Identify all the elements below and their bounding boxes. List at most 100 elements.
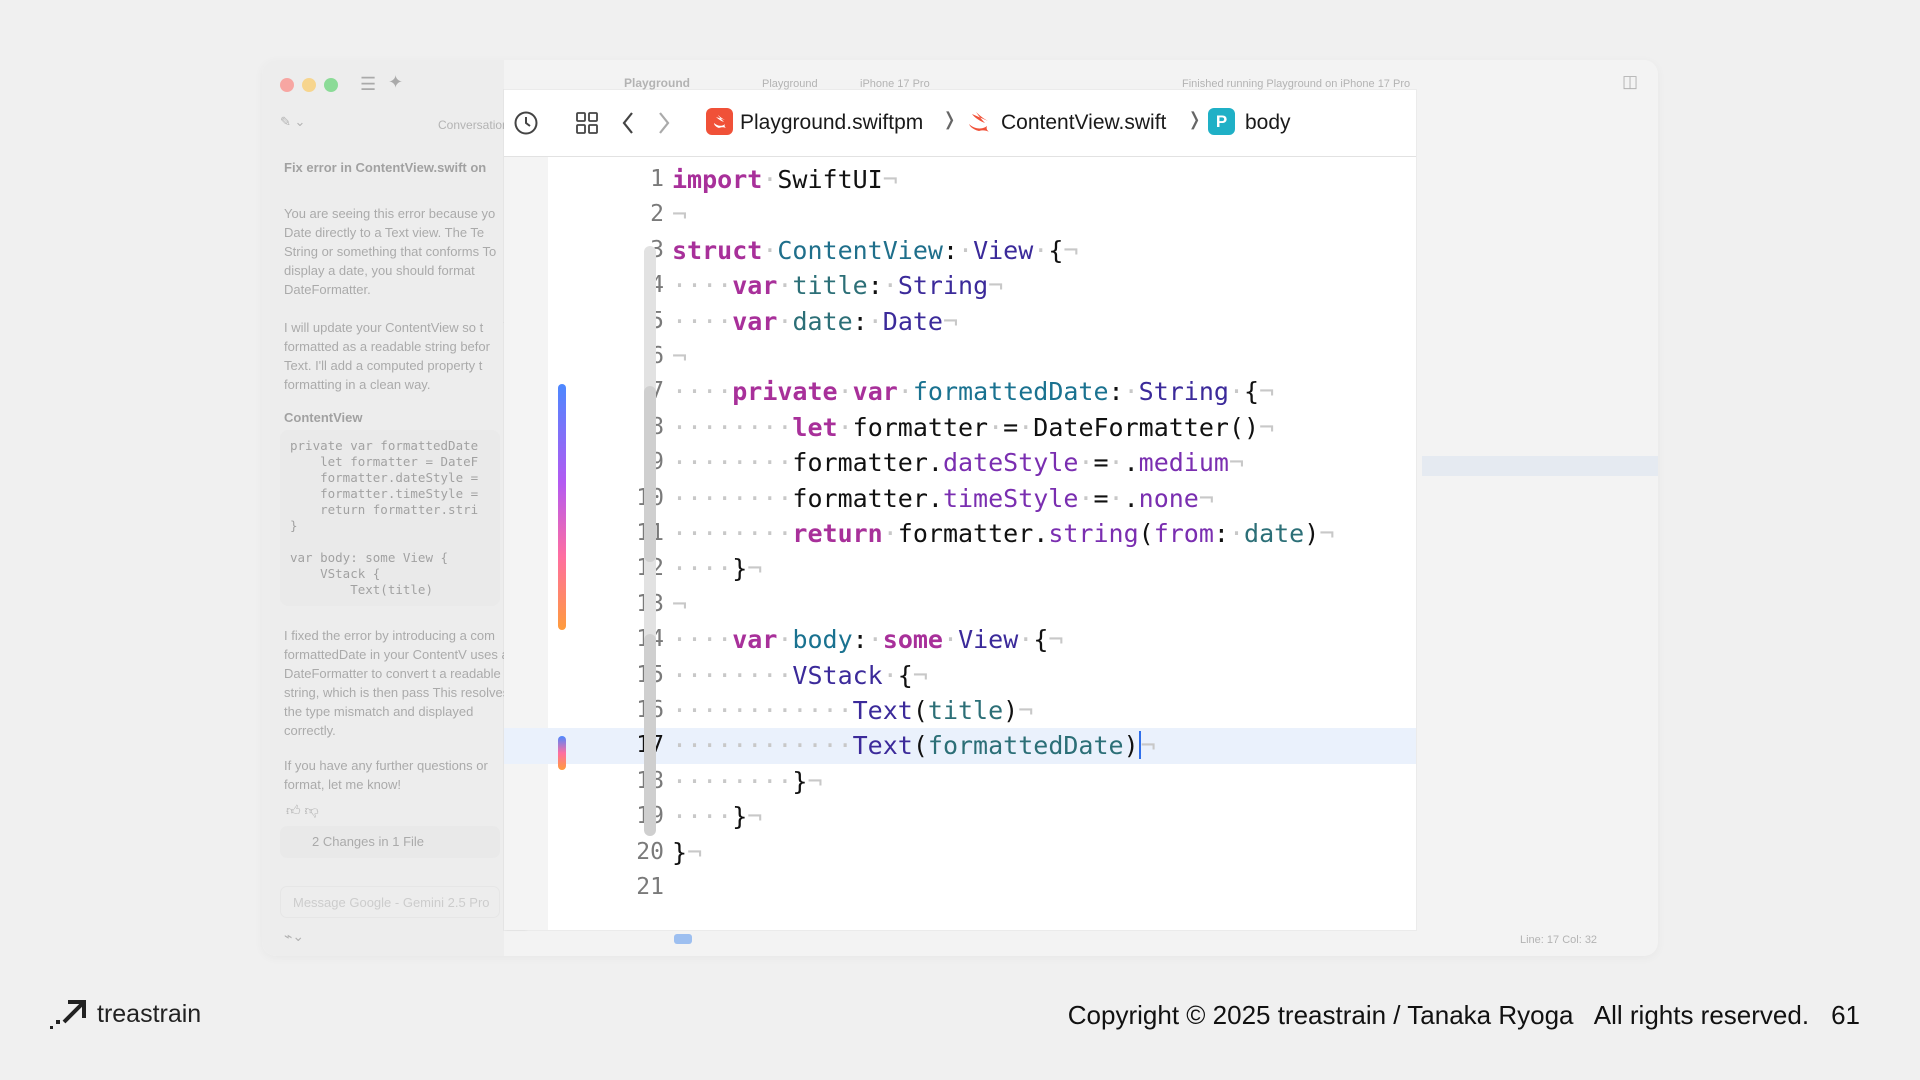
breadcrumb-symbol[interactable]: body bbox=[1245, 108, 1291, 138]
code-line[interactable]: 2 ¬ bbox=[504, 197, 1416, 232]
code-text[interactable]: ¬ bbox=[672, 587, 687, 622]
code-text[interactable]: ········}¬ bbox=[672, 764, 823, 799]
code-text[interactable]: ¬ bbox=[672, 339, 687, 374]
grid-icon[interactable] bbox=[572, 108, 602, 138]
code-line[interactable]: 1 import·SwiftUI¬ bbox=[504, 162, 1416, 197]
minimize-window-button[interactable] bbox=[302, 78, 316, 92]
code-token: title bbox=[792, 271, 868, 301]
message-input[interactable]: Message Google - Gemini 2.5 Pro bbox=[280, 886, 500, 918]
code-token: formattedDate bbox=[927, 731, 1124, 761]
treastrain-logo bbox=[46, 998, 88, 1032]
back-chevron-icon[interactable] bbox=[616, 108, 640, 138]
code-line[interactable]: 5 ····var·date:·Date¬ bbox=[504, 304, 1416, 339]
code-text[interactable]: ············Text(title)¬ bbox=[672, 693, 1033, 728]
code-text[interactable]: import·SwiftUI¬ bbox=[672, 162, 898, 197]
code-text[interactable]: ········let·formatter·=·DateFormatter()¬ bbox=[672, 410, 1274, 445]
invisible-char: ········ bbox=[672, 412, 793, 442]
code-line[interactable]: 19····}¬ bbox=[504, 799, 1416, 834]
code-text[interactable]: ¬ bbox=[672, 197, 687, 232]
close-window-button[interactable] bbox=[280, 78, 294, 92]
inspector-toggle-icon[interactable]: ◫ bbox=[1622, 72, 1638, 92]
code-line[interactable]: 10········formatter.timeStyle·=·.none¬ bbox=[504, 481, 1416, 516]
invisible-char: · bbox=[1108, 448, 1124, 478]
code-token: . bbox=[1123, 448, 1139, 478]
jump-bar: Playground.swiftpm ❭ ContentView.swift ❭… bbox=[504, 90, 1416, 157]
code-token: { bbox=[1048, 235, 1064, 265]
code-line[interactable]: 11········return·formatter.string(from:·… bbox=[504, 516, 1416, 551]
code-token: ) bbox=[1003, 696, 1019, 726]
invisible-char: · bbox=[897, 377, 913, 407]
invisible-char: ¬ bbox=[1319, 519, 1335, 549]
code-line[interactable]: 18········}¬ bbox=[504, 764, 1416, 799]
code-line[interactable]: 6 ¬ bbox=[504, 339, 1416, 374]
feedback-icons[interactable]: 👍︎ 👎︎ bbox=[286, 802, 319, 819]
list-icon[interactable]: ☰ bbox=[360, 74, 376, 95]
code-folding-ribbon[interactable] bbox=[644, 634, 656, 836]
code-line[interactable]: 12····}¬ bbox=[504, 551, 1416, 586]
code-line[interactable]: 17············Text(formattedDate)¬ bbox=[504, 728, 1416, 764]
attach-icon[interactable]: ⌁⌄ bbox=[284, 928, 304, 945]
sparkle-icon[interactable]: ✦ bbox=[388, 72, 403, 93]
code-text[interactable]: ········VStack·{¬ bbox=[672, 658, 928, 693]
code-token: SwiftUI bbox=[777, 165, 883, 194]
code-token: formatter. bbox=[792, 448, 943, 478]
code-text[interactable]: ····}¬ bbox=[672, 551, 762, 586]
code-token: View bbox=[958, 625, 1019, 655]
code-token: let bbox=[792, 412, 838, 442]
invisible-char: ···· bbox=[672, 271, 733, 301]
code-line[interactable]: 8 ········let·formatter·=·DateFormatter()… bbox=[504, 410, 1416, 445]
invisible-char: · bbox=[867, 306, 883, 336]
code-text[interactable]: ····var·body:·some·View·{¬ bbox=[672, 622, 1063, 657]
code-text[interactable]: ····private·var·formattedDate:·String·{¬ bbox=[672, 374, 1274, 409]
code-text[interactable]: struct·ContentView:·View·{¬ bbox=[672, 233, 1078, 268]
code-token: : bbox=[852, 625, 868, 655]
invisible-char: ¬ bbox=[672, 200, 688, 230]
invisible-char: ···· bbox=[672, 306, 733, 336]
forward-chevron-icon[interactable] bbox=[652, 108, 676, 138]
code-text[interactable]: ········return·formatter.string(from:·da… bbox=[672, 516, 1334, 551]
code-token: } bbox=[792, 766, 808, 796]
code-token: String bbox=[897, 271, 989, 301]
invisible-char: · bbox=[882, 271, 898, 301]
code-line[interactable]: 21 bbox=[504, 870, 1416, 905]
code-token: : bbox=[1108, 377, 1124, 407]
breadcrumb-separator-icon: ❭ bbox=[942, 109, 958, 129]
code-line[interactable]: 14····var·body:·some·View·{¬ bbox=[504, 622, 1416, 657]
invisible-char: · bbox=[1018, 412, 1034, 442]
property-icon: P bbox=[1208, 108, 1235, 135]
code-line[interactable]: 7 ····private·var·formattedDate:·String·{… bbox=[504, 374, 1416, 409]
invisible-char: · bbox=[777, 271, 793, 301]
code-token: title bbox=[927, 696, 1004, 726]
code-text[interactable]: }¬ bbox=[672, 835, 702, 870]
code-text[interactable]: ········formatter.dateStyle·=·.medium¬ bbox=[672, 445, 1244, 480]
code-text[interactable]: ····var·title:·String¬ bbox=[672, 268, 1003, 303]
code-text[interactable]: ········formatter.timeStyle·=·.none¬ bbox=[672, 481, 1214, 516]
compose-icon[interactable]: ✎ ⌄ bbox=[280, 114, 305, 130]
history-icon[interactable] bbox=[504, 108, 548, 138]
breadcrumb-file[interactable]: ContentView.swift bbox=[1001, 108, 1166, 138]
bg-breadcrumb-project[interactable]: Playground bbox=[762, 78, 818, 90]
bg-panel-label: Conversation bbox=[438, 118, 509, 132]
code-text[interactable]: ····var·date:·Date¬ bbox=[672, 304, 958, 339]
change-indicator-bar[interactable] bbox=[558, 736, 566, 770]
code-line[interactable]: 13¬ bbox=[504, 587, 1416, 622]
code-line[interactable]: 3 struct·ContentView:·View·{¬ bbox=[504, 233, 1416, 268]
suggested-code-block: private var formattedDate let formatter … bbox=[280, 430, 500, 606]
bg-device-label[interactable]: iPhone 17 Pro bbox=[860, 78, 930, 90]
code-line[interactable]: 4 ····var·title:·String¬ bbox=[504, 268, 1416, 303]
changes-summary-button[interactable]: 2 Changes in 1 File bbox=[280, 826, 500, 858]
code-token: { bbox=[897, 660, 913, 690]
code-line[interactable]: 16············Text(title)¬ bbox=[504, 693, 1416, 728]
code-line[interactable]: 15········VStack·{¬ bbox=[504, 658, 1416, 693]
code-text[interactable]: ············Text(formattedDate)¬ bbox=[672, 728, 1156, 763]
code-folding-ribbon[interactable] bbox=[644, 386, 656, 562]
change-indicator-bar[interactable] bbox=[558, 384, 566, 630]
invisible-char: ···· bbox=[672, 625, 733, 655]
code-text[interactable]: ····}¬ bbox=[672, 799, 762, 834]
code-line[interactable]: 20}¬ bbox=[504, 835, 1416, 870]
code-line[interactable]: 9 ········formatter.dateStyle·=·.medium¬ bbox=[504, 445, 1416, 480]
zoom-window-button[interactable] bbox=[324, 78, 338, 92]
swift-file-icon bbox=[966, 108, 993, 135]
breadcrumb-package[interactable]: Playground.swiftpm bbox=[740, 108, 923, 138]
bg-tab-title[interactable]: Playground bbox=[624, 76, 690, 90]
